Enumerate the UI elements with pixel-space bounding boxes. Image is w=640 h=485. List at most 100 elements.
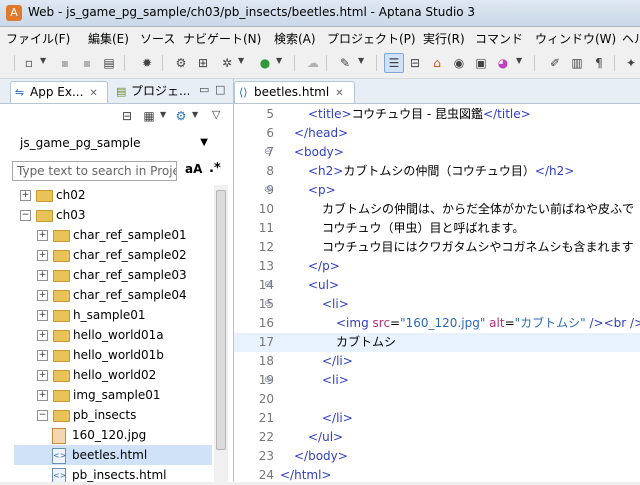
code-line[interactable]: 20 <box>234 390 640 409</box>
color-dropdown-icon[interactable]: ▼ <box>516 56 522 65</box>
new-dropdown-icon[interactable]: ▼ <box>40 56 46 65</box>
maximize-icon[interactable]: □ <box>215 83 225 96</box>
expand-icon[interactable]: + <box>37 230 48 241</box>
debug-dropdown-icon[interactable]: ▼ <box>238 56 244 65</box>
tree-item-char-ref-sample02[interactable]: + char_ref_sample02 <box>14 245 212 265</box>
tree-item-ch03[interactable]: − ch03 <box>14 205 212 225</box>
gear-icon[interactable]: ✹ <box>138 54 156 72</box>
fold-toggle-icon[interactable]: ⊖ <box>264 143 272 162</box>
hierarchy-icon[interactable]: ⊟ <box>406 54 424 72</box>
outline-view-icon[interactable]: ☰ <box>384 53 404 73</box>
expand-icon[interactable]: + <box>37 370 48 381</box>
home-icon[interactable]: ⌂ <box>428 54 446 72</box>
expand-icon[interactable]: + <box>37 390 48 401</box>
tree-item-h-sample01[interactable]: + h_sample01 <box>14 305 212 325</box>
tree-item-hello-world02[interactable]: + hello_world02 <box>14 365 212 385</box>
tree-item-char-ref-sample03[interactable]: + char_ref_sample03 <box>14 265 212 285</box>
wand-icon[interactable]: ✎ <box>336 54 354 72</box>
menu-project[interactable]: プロジェクト(P) <box>327 30 416 47</box>
tree-item-pb-insects[interactable]: − pb_insects <box>14 405 212 425</box>
collapse-icon[interactable]: − <box>20 210 31 221</box>
deploy-icon[interactable]: ☁ <box>304 54 322 72</box>
highlighter-icon[interactable]: ✐ <box>546 54 564 72</box>
tree-item-pb-insects-html[interactable]: <> pb_insects.html <box>14 465 212 482</box>
code-line[interactable]: 8 <h2>カブトムシの仲間（コウチュウ目）</h2> <box>234 162 640 181</box>
code-line[interactable]: 7 ⊖ <body> <box>234 143 640 162</box>
menu-file[interactable]: ファイル(F) <box>6 30 70 47</box>
expand-icon[interactable]: + <box>20 190 31 201</box>
code-line[interactable]: 24 </html> <box>234 466 640 485</box>
fold-toggle-icon[interactable]: ⊖ <box>264 371 272 390</box>
code-line[interactable]: 16 <img src="160_120.jpg" alt="カブトムシ" /><… <box>234 314 640 333</box>
code-line[interactable]: 13 </p> <box>234 257 640 276</box>
settings-gear-icon[interactable]: ⚙ <box>172 107 190 125</box>
tree-scrollbar-thumb[interactable] <box>216 190 226 450</box>
pin-icon[interactable]: ✦ <box>622 54 640 72</box>
open-type-icon[interactable]: ⊞ <box>194 54 212 72</box>
tree-item-char-ref-sample01[interactable]: + char_ref_sample01 <box>14 225 212 245</box>
tab-app-explorer[interactable]: ⇋ App Ex... ✕ <box>10 81 108 103</box>
settings-dropdown-icon[interactable]: ▼ <box>192 110 198 119</box>
tree-item-160-120-jpg[interactable]: 160_120.jpg <box>14 425 212 445</box>
view-menu-dropdown-icon[interactable]: ▼ <box>160 110 166 119</box>
code-line[interactable]: 10 カブトムシの仲間は、からだ全体がかたい前ばねや皮ふで <box>234 200 640 219</box>
expand-icon[interactable]: + <box>37 290 48 301</box>
wand-dropdown-icon[interactable]: ▼ <box>358 56 364 65</box>
color-wheel-icon[interactable]: ◕ <box>494 54 512 72</box>
tree-item-hello-world01a[interactable]: + hello_world01a <box>14 325 212 345</box>
code-line[interactable]: 11 コウチュウ（甲虫）目と呼ばれます。 <box>234 219 640 238</box>
bug-icon[interactable]: ✲ <box>218 54 236 72</box>
menu-help[interactable]: ヘル <box>622 30 640 47</box>
run-icon[interactable]: ● <box>256 54 274 72</box>
menu-source[interactable]: ソース <box>140 30 175 47</box>
collapse-all-icon[interactable]: ⊟ <box>118 107 136 125</box>
code-line[interactable]: 5 <title>コウチュウ目 - 昆虫図鑑</title> <box>234 105 640 124</box>
code-line[interactable]: 17 カブトムシ <box>234 333 640 352</box>
tree-item-beetles-html[interactable]: <> beetles.html <box>14 445 212 465</box>
fold-toggle-icon[interactable]: ⊖ <box>264 181 272 200</box>
menu-edit[interactable]: 編集(E) <box>88 30 129 47</box>
expand-icon[interactable]: + <box>37 250 48 261</box>
project-selector[interactable]: js_game_pg_sample ▼ <box>12 131 212 155</box>
expand-icon[interactable]: + <box>37 270 48 281</box>
close-icon[interactable]: ✕ <box>89 88 97 99</box>
pilcrow-icon[interactable]: ¶ <box>590 54 608 72</box>
code-line[interactable]: 22 </ul> <box>234 428 640 447</box>
code-line[interactable]: 14 ⊖ <ul> <box>234 276 640 295</box>
menu-search[interactable]: 検索(A) <box>274 30 316 47</box>
close-icon[interactable]: ✕ <box>335 88 343 99</box>
code-line[interactable]: 9 ⊖ <p> <box>234 181 640 200</box>
run-dropdown-icon[interactable]: ▼ <box>276 56 282 65</box>
preview-icon[interactable]: ◉ <box>450 54 468 72</box>
link-editor-icon[interactable]: ▦ <box>140 107 158 125</box>
panel-menu-icon[interactable]: ▽ <box>212 108 220 121</box>
menu-window[interactable]: ウィンドウ(W) <box>535 30 616 47</box>
terminal-icon[interactable]: ▣ <box>472 54 490 72</box>
tab-project[interactable]: ▤ プロジェ... <box>112 81 190 102</box>
tree-scrollbar[interactable] <box>214 185 228 482</box>
code-line[interactable]: 23 </body> <box>234 447 640 466</box>
expand-icon[interactable]: + <box>37 330 48 341</box>
project-search-input[interactable]: Type text to search in Project <box>12 161 177 181</box>
collapse-icon[interactable]: − <box>37 410 48 421</box>
new-icon[interactable]: ▫ <box>20 54 38 72</box>
code-line[interactable]: 6 </head> <box>234 124 640 143</box>
fold-toggle-icon[interactable]: ⊖ <box>264 276 272 295</box>
minimize-icon[interactable]: ▭ <box>199 83 209 96</box>
menu-run[interactable]: 実行(R) <box>423 30 465 47</box>
debug-config-icon[interactable]: ⚙ <box>172 54 190 72</box>
fold-toggle-icon[interactable]: ⊖ <box>264 295 272 314</box>
code-line[interactable]: 18 </li> <box>234 352 640 371</box>
menu-commands[interactable]: コマンド <box>475 30 523 47</box>
code-line[interactable]: 12 コウチュウ目にはクワガタムシやコガネムシも含まれます <box>234 238 640 257</box>
code-line[interactable]: 19 ⊖ <li> <box>234 371 640 390</box>
tree-item-img-sample01[interactable]: + img_sample01 <box>14 385 212 405</box>
regex-toggle[interactable]: .* <box>209 161 221 176</box>
expand-icon[interactable]: + <box>37 310 48 321</box>
code-line[interactable]: 15 ⊖ <li> <box>234 295 640 314</box>
block-select-icon[interactable]: ▥ <box>568 54 586 72</box>
expand-icon[interactable]: + <box>37 350 48 361</box>
save-all-icon[interactable]: ▪ <box>78 54 96 72</box>
menu-navigate[interactable]: ナビゲート(N) <box>183 30 261 47</box>
tab-beetles-html[interactable]: ⟨⟩ beetles.html ✕ <box>234 81 355 103</box>
